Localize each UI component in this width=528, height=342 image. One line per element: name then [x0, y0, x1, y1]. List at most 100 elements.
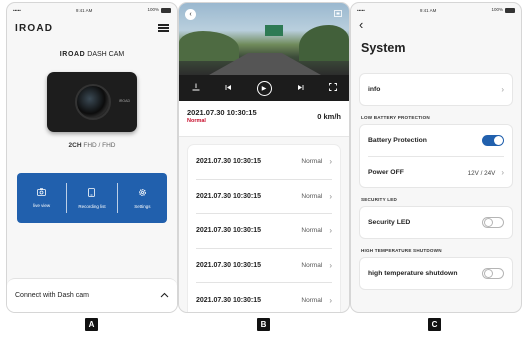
- video-preview[interactable]: ‹: [179, 3, 349, 75]
- back-icon[interactable]: ‹: [185, 9, 196, 20]
- camera-icon: [37, 188, 47, 198]
- list-item-status: Normal: [301, 158, 323, 166]
- info-card: info ›: [359, 73, 513, 106]
- current-recording-info: 2021.07.30 10:30:15 Normal 0 km/h: [179, 101, 349, 137]
- screenshot-icon[interactable]: [334, 10, 342, 19]
- phone-icon: [88, 187, 96, 199]
- signal-indicator: •••••: [357, 7, 365, 13]
- high-temp-card: high temperature shutdown: [359, 257, 513, 290]
- list-item-datetime: 2021.07.30 10:30:15: [196, 261, 261, 269]
- list-item-datetime: 2021.07.30 10:30:15: [196, 296, 261, 304]
- connect-label: Connect with Dash cam: [15, 292, 89, 299]
- video-scene: [179, 31, 239, 61]
- section-low-battery: LOW BATTERY PROTECTION: [361, 115, 430, 120]
- video-scene: [265, 25, 283, 36]
- resolution-channel: 2CH: [68, 142, 82, 149]
- power-off-label: Power OFF: [368, 168, 404, 176]
- download-icon[interactable]: [192, 83, 200, 93]
- screen-c-system-settings: ••••• 9:41 AM 100% ‹ System info › LOW B…: [350, 2, 522, 313]
- back-arrow-icon[interactable]: ‹: [351, 17, 521, 33]
- battery-indicator: 100%: [491, 7, 515, 13]
- action-bar: live view Recording list Settings: [17, 173, 167, 223]
- status-bar: ••••• 9:41 AM 100%: [351, 3, 521, 17]
- battery-icon: [504, 7, 515, 13]
- product-title: IROAD DASH CAM: [7, 51, 177, 58]
- fullscreen-icon[interactable]: [328, 83, 337, 93]
- chevron-right-icon: ›: [329, 157, 332, 167]
- screen-a-home: ••••• 9:41 AM 100% IROAD IROAD DASH CAM …: [6, 2, 178, 313]
- video-scene: [299, 25, 349, 61]
- security-led-toggle[interactable]: [482, 217, 504, 228]
- security-led-label: Security LED: [368, 219, 411, 226]
- previous-icon[interactable]: [225, 84, 232, 93]
- power-off-row[interactable]: Power OFF 12V / 24V ›: [368, 156, 504, 187]
- list-item-status: Normal: [301, 192, 323, 200]
- battery-protection-label: Battery Protection: [368, 137, 427, 144]
- screen-b-playback: ‹ ▶ 2021.07.30 10:30:15 Normal 0 km/h 20…: [178, 2, 350, 313]
- low-battery-card: Battery Protection Power OFF 12V / 24V ›: [359, 124, 513, 188]
- recording-list: 2021.07.30 10:30:15 Normal › 2021.07.30 …: [187, 144, 341, 312]
- status-time: 9:41 AM: [75, 7, 93, 13]
- app-header: IROAD: [7, 17, 177, 39]
- settings-button[interactable]: Settings: [118, 183, 167, 213]
- live-view-label: live view: [33, 203, 51, 208]
- chevron-right-icon: ›: [329, 260, 332, 270]
- label-badge-a: A: [85, 318, 98, 331]
- chevron-right-icon: ›: [501, 167, 504, 177]
- battery-indicator: 100%: [147, 7, 171, 13]
- list-item[interactable]: 2021.07.30 10:30:15 Normal ›: [196, 214, 332, 249]
- resolution-label: 2CH FHD / FHD: [7, 142, 177, 149]
- connect-dashcam-panel[interactable]: Connect with Dash cam: [7, 278, 177, 312]
- section-high-temperature: HIGH TEMPERATURE SHUTDOWN: [361, 248, 442, 253]
- battery-protection-row: Battery Protection: [368, 125, 504, 156]
- signal-indicator: •••••: [13, 7, 21, 13]
- resolution-text: FHD / FHD: [83, 142, 116, 149]
- chevron-right-icon: ›: [329, 226, 332, 236]
- playback-controls: ▶: [179, 75, 349, 101]
- list-item-datetime: 2021.07.30 10:30:15: [196, 192, 261, 200]
- list-item-status: Normal: [301, 296, 323, 304]
- security-led-row: Security LED: [368, 207, 504, 238]
- info-label: info: [368, 86, 381, 93]
- camera-logo: IROAD: [118, 99, 130, 103]
- chevron-right-icon: ›: [501, 85, 504, 94]
- info-row[interactable]: info ›: [368, 74, 504, 105]
- status-time: 9:41 AM: [419, 7, 437, 13]
- list-item-datetime: 2021.07.30 10:30:15: [196, 158, 261, 166]
- recording-list-button[interactable]: Recording list: [67, 183, 118, 213]
- recording-list-label: Recording list: [78, 203, 106, 209]
- chevron-right-icon: ›: [329, 191, 332, 201]
- battery-icon: [160, 7, 171, 13]
- chevron-right-icon: ›: [329, 295, 332, 305]
- battery-protection-toggle[interactable]: [482, 135, 504, 146]
- high-temp-row: high temperature shutdown: [368, 258, 504, 289]
- power-off-value: 12V / 24V: [467, 169, 496, 177]
- list-item-datetime: 2021.07.30 10:30:15: [196, 227, 261, 235]
- section-security-led: SECURITY LED: [361, 197, 398, 202]
- high-temp-toggle[interactable]: [482, 268, 504, 279]
- list-item-status: Normal: [301, 261, 323, 269]
- play-icon[interactable]: ▶: [256, 80, 272, 96]
- menu-icon[interactable]: [158, 24, 169, 32]
- live-view-button[interactable]: live view: [17, 183, 68, 213]
- gear-icon: [138, 188, 147, 199]
- dashcam-image: IROAD: [47, 72, 137, 132]
- app-logo: IROAD: [15, 22, 54, 34]
- security-led-card: Security LED: [359, 206, 513, 239]
- list-item-status: Normal: [301, 227, 323, 235]
- status-bar: ••••• 9:41 AM 100%: [7, 3, 177, 17]
- label-badge-c: C: [428, 318, 441, 331]
- current-speed: 0 km/h: [317, 112, 341, 121]
- list-item[interactable]: 2021.07.30 10:30:15 Normal ›: [196, 145, 332, 180]
- page-title: System: [361, 41, 406, 55]
- list-item[interactable]: 2021.07.30 10:30:15 Normal ›: [196, 249, 332, 283]
- chevron-up-icon[interactable]: [160, 292, 169, 300]
- next-icon[interactable]: [297, 84, 304, 93]
- label-badge-b: B: [257, 318, 270, 331]
- high-temp-label: high temperature shutdown: [368, 270, 458, 277]
- settings-label: Settings: [134, 203, 151, 209]
- list-item[interactable]: 2021.07.30 10:30:15 Normal ›: [196, 283, 332, 312]
- product-name: DASH CAM: [87, 51, 125, 58]
- list-item[interactable]: 2021.07.30 10:30:15 Normal ›: [196, 180, 332, 214]
- product-brand: IROAD: [59, 51, 86, 58]
